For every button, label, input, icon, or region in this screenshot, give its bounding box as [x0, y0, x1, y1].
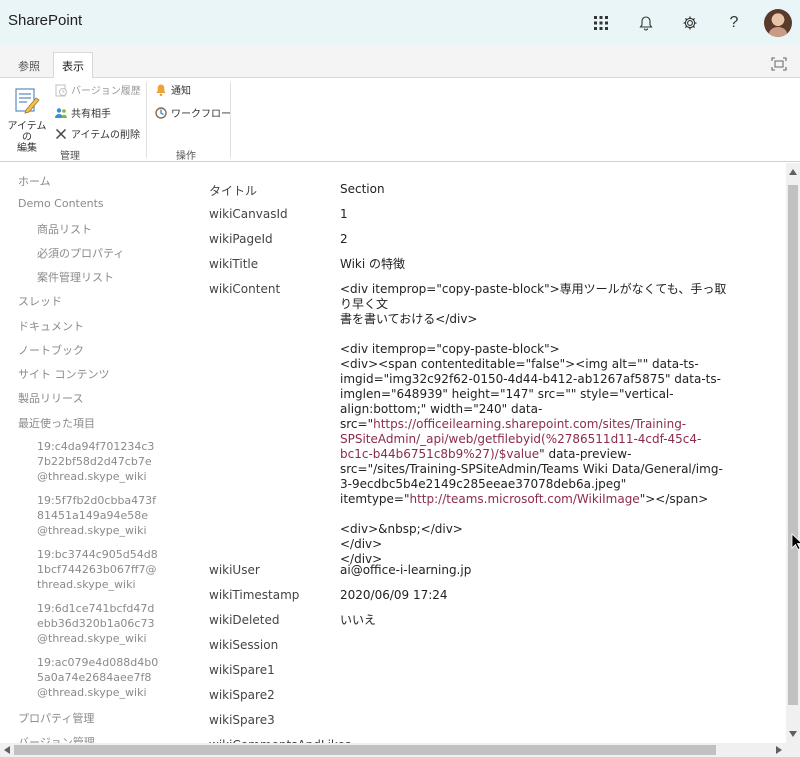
field-label-wikiuser: wikiUser — [209, 563, 260, 577]
ribbon-group-separator — [230, 82, 231, 158]
scroll-up-arrow-icon[interactable] — [789, 169, 797, 175]
field-value-wikiuser: ai@office-i-learning.jp — [340, 563, 472, 577]
nav-site-contents[interactable]: サイト コンテンツ — [18, 366, 110, 382]
recent-item[interactable]: 19:ac079e4d088d4b0 5a0a74e2684aee7f8 @th… — [37, 655, 177, 700]
ribbon: アイテムの 編集 バージョン履歴 共有相手 アイテムの削除 管理 通知 ワークフ… — [0, 78, 800, 162]
nav-home[interactable]: ホーム — [18, 173, 51, 189]
version-history-icon — [55, 84, 67, 96]
help-icon[interactable]: ? — [722, 11, 746, 35]
field-label-wikispare1: wikiSpare1 — [209, 663, 275, 677]
edit-item-label-2: 編集 — [17, 143, 37, 154]
field-label-wikipageid: wikiPageId — [209, 232, 273, 246]
group-label-actions: 操作 — [176, 151, 196, 162]
shared-with-button[interactable]: 共有相手 — [54, 105, 111, 120]
field-label-wikispare3: wikiSpare3 — [209, 713, 275, 727]
avatar[interactable] — [764, 9, 792, 37]
alert-me-label: 通知 — [171, 86, 191, 97]
group-label-manage: 管理 — [60, 151, 80, 162]
field-label-wikititle: wikiTitle — [209, 257, 259, 271]
mouse-cursor-icon — [791, 533, 800, 551]
delete-item-label: アイテムの削除 — [71, 130, 140, 141]
edit-item-icon — [15, 88, 40, 114]
people-icon — [55, 107, 67, 118]
edit-item-button[interactable]: アイテムの 編集 — [4, 86, 50, 154]
nav-product-releases[interactable]: 製品リリース — [18, 390, 83, 406]
edit-item-label-1: アイテムの — [7, 121, 47, 143]
version-history-label: バージョン履歴 — [71, 86, 141, 97]
app-title[interactable]: SharePoint — [8, 12, 82, 29]
alert-bell-icon — [156, 84, 166, 96]
wikiimage-link[interactable]: http://teams.microsoft.com/WikiImage — [410, 492, 640, 506]
field-value-wikititle: Wiki の特徴 — [340, 257, 406, 271]
field-value-wikitimestamp: 2020/06/09 17:24 — [340, 588, 448, 602]
focus-on-content-icon[interactable] — [771, 56, 787, 71]
scroll-right-arrow-icon[interactable] — [776, 746, 782, 754]
nav-version-management[interactable]: バージョン管理 — [18, 734, 95, 743]
field-value-wikicontent: <div itemprop="copy-paste-block">専用ツールがな… — [340, 282, 727, 566]
scrollbar-corner — [786, 743, 800, 757]
shared-with-label: 共有相手 — [71, 109, 111, 120]
delete-item-button[interactable]: アイテムの削除 — [54, 126, 140, 141]
field-label-wikisession: wikiSession — [209, 638, 279, 652]
nav-recent[interactable]: 最近使った項目 — [18, 415, 95, 431]
nav-threads[interactable]: スレッド — [18, 293, 62, 309]
workflow-button[interactable]: ワークフロー — [154, 105, 231, 120]
field-label-wikitimestamp: wikiTimestamp — [209, 588, 300, 602]
file-link[interactable]: https://officeilearning.sharepoint.com/s… — [373, 417, 686, 431]
field-value-title: Section — [340, 182, 385, 196]
nav-required-properties[interactable]: 必須のプロパティ — [37, 245, 124, 261]
nav-documents[interactable]: ドキュメント — [18, 318, 84, 334]
item-properties: タイトル Section wikiCanvasId 1 wikiPageId 2… — [190, 163, 786, 743]
file-link[interactable]: bc1c-b44b6751c8b9%27)/$value — [340, 447, 539, 461]
field-label-wikicanvasid: wikiCanvasId — [209, 207, 288, 221]
scroll-down-arrow-icon[interactable] — [789, 731, 797, 737]
nav-notebook[interactable]: ノートブック — [18, 342, 84, 358]
field-value-wikideleted: いいえ — [340, 613, 377, 627]
vertical-scroll-thumb[interactable] — [788, 185, 798, 705]
gear-icon[interactable] — [678, 11, 702, 35]
recent-item[interactable]: 19:6d1ce741bcfd47d ebb36d320b1a06c73 @th… — [37, 601, 177, 646]
vertical-scrollbar[interactable] — [786, 163, 800, 743]
horizontal-scroll-thumb[interactable] — [14, 745, 716, 755]
field-value-wikipageid: 2 — [340, 232, 348, 246]
nav-product-list[interactable]: 商品リスト — [37, 221, 92, 237]
workflow-icon — [155, 106, 167, 119]
recent-item[interactable]: 19:bc3744c905d54d8 1bcf744263b067ff7@ th… — [37, 547, 177, 592]
recent-item[interactable]: 19:5f7fb2d0cbba473f 81451a149a94e58e @th… — [37, 493, 177, 538]
nav-demo-contents[interactable]: Demo Contents — [18, 197, 104, 210]
alert-me-button[interactable]: 通知 — [154, 82, 191, 97]
field-label-title: タイトル — [209, 184, 258, 198]
workflow-label: ワークフロー — [171, 109, 231, 120]
scroll-left-arrow-icon[interactable] — [4, 746, 10, 754]
field-label-wikicontent: wikiContent — [209, 282, 281, 296]
field-value-wikicanvasid: 1 — [340, 207, 348, 221]
recent-item[interactable]: 19:c4da94f701234c3 7b22bf58d2d47cb7e @th… — [37, 439, 177, 484]
ribbon-group-separator — [146, 82, 147, 158]
version-history-button[interactable]: バージョン履歴 — [54, 82, 141, 97]
ribbon-tabs: 参照 — [0, 45, 800, 78]
horizontal-scrollbar[interactable] — [0, 743, 786, 757]
bell-icon[interactable] — [634, 11, 658, 35]
file-link[interactable]: SPSiteAdmin/_api/web/getfilebyid(%278651… — [340, 432, 701, 446]
app-launcher-icon[interactable] — [589, 11, 613, 35]
tab-browse[interactable]: 参照 — [10, 53, 48, 79]
suite-bar: SharePoint ? — [0, 0, 800, 45]
tab-view[interactable]: 表示 — [53, 52, 93, 78]
field-label-wikideleted: wikiDeleted — [209, 613, 280, 627]
nav-case-management-list[interactable]: 案件管理リスト — [37, 269, 114, 285]
left-navigation: ホーム Demo Contents 商品リスト 必須のプロパティ 案件管理リスト… — [0, 163, 190, 743]
field-label-wikispare2: wikiSpare2 — [209, 688, 275, 702]
delete-x-icon — [55, 128, 67, 139]
nav-property-management[interactable]: プロパティ管理 — [18, 710, 94, 726]
